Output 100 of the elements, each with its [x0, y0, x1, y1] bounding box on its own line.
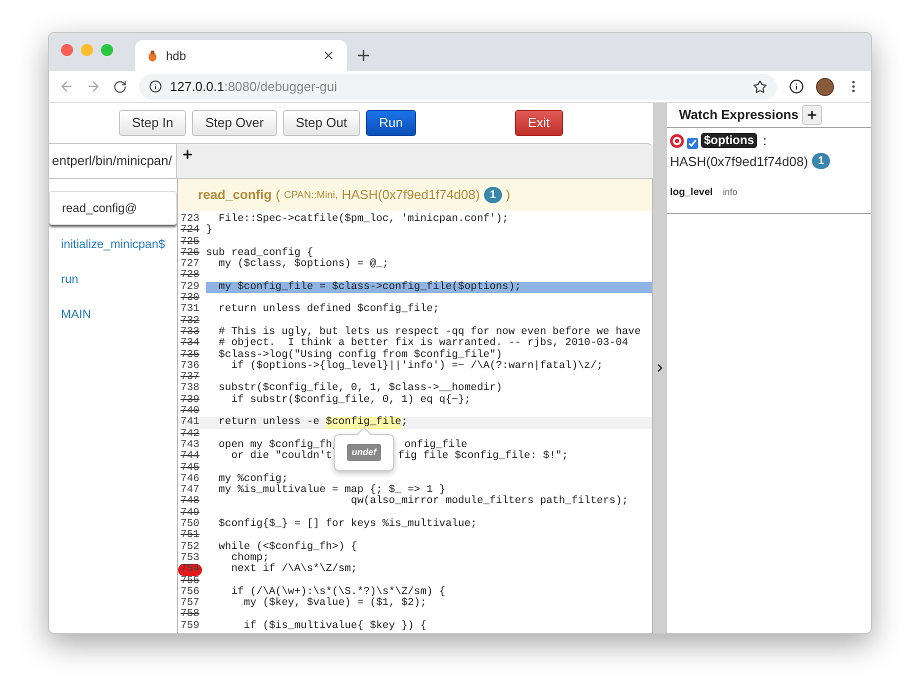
line-number[interactable]: 734 — [178, 338, 202, 350]
line-number[interactable]: 750 — [178, 519, 202, 530]
line-number[interactable]: 749 — [178, 508, 202, 520]
code-text: if ($options->{log_level}||'info') =~ /\A(?:warn|fatal)\z/; — [231, 360, 603, 372]
close-icon[interactable] — [322, 49, 335, 62]
avatar-icon[interactable] — [816, 78, 834, 96]
code-text: ; — [401, 417, 408, 429]
reload-icon[interactable] — [113, 80, 127, 94]
count-badge: 1 — [484, 187, 502, 203]
line-number[interactable]: 735 — [178, 350, 202, 361]
separator-text: : — [763, 132, 767, 150]
count-badge: 1 — [812, 153, 830, 170]
line-number[interactable]: 725 — [178, 236, 202, 248]
line-number[interactable]: 756 — [178, 586, 202, 598]
code-text: my ($key, $value) = ($1, $2); — [242, 598, 427, 610]
code-text: $config{$_} = [] for keys %is_multivalue; — [218, 519, 477, 530]
package-name: CPAN::Mini, — [284, 188, 338, 202]
toolbar-button[interactable]: Run — [366, 110, 416, 136]
code-text: onfig_file — [404, 440, 468, 451]
sub-name: read_config — [198, 186, 272, 204]
code-text: # object. I think a better fix is warranted. -- rjbs, 2010-03-04 — [218, 338, 628, 350]
code-text: my %is_multivalue = map {; $_ => 1 } — [218, 485, 446, 496]
watch-name: $options — [701, 133, 757, 148]
stack-frame[interactable]: run — [49, 262, 177, 296]
add-tab-icon[interactable] — [181, 148, 194, 161]
highlighted-variable[interactable]: $config_file — [326, 417, 402, 429]
code-text: my %config; — [218, 474, 288, 485]
code-text: # This is ugly, but lets us respect -qq for now even before we have — [218, 326, 641, 338]
toolbar-button[interactable]: Step Out — [282, 110, 360, 136]
stack-frame[interactable]: read_config@ — [49, 191, 177, 225]
code-text: substr($config_file, 0, 1, $class->__homedir) — [218, 383, 502, 394]
line-number[interactable]: 744 — [178, 451, 202, 463]
line-number[interactable]: 737 — [178, 372, 202, 384]
line-number[interactable]: 733 — [178, 326, 202, 338]
line-number[interactable]: 730 — [178, 293, 202, 304]
toolbar-button[interactable]: Step Over — [192, 110, 277, 136]
line-number[interactable]: 742 — [178, 428, 202, 440]
close-paren: ) — [506, 186, 510, 204]
code-text: fig file $config_file: $!"; — [398, 451, 568, 463]
code-text: open my $config_fh, — [218, 440, 338, 451]
line-number[interactable]: 748 — [178, 496, 202, 508]
code-text: if substr($config_file, 0, 1) eq q{~}; — [230, 394, 471, 406]
add-watch-button[interactable] — [802, 105, 822, 125]
info-icon[interactable] — [149, 80, 162, 93]
file-tab[interactable]: entperl/bin/minicpan/ — [49, 144, 177, 178]
code-text: return unless defined $config_file; — [218, 304, 440, 316]
line-number[interactable]: 751 — [178, 530, 202, 542]
line-number[interactable]: 755 — [178, 576, 202, 587]
line-number[interactable]: 740 — [178, 406, 202, 418]
field-value: info — [722, 186, 738, 199]
undef-label: undef — [346, 444, 382, 462]
line-number[interactable]: 726 — [178, 248, 202, 260]
code-text: chomp; — [230, 552, 270, 564]
line-number[interactable]: 731 — [178, 304, 202, 316]
line-number[interactable]: 736 — [178, 360, 202, 372]
toolbar-button[interactable]: Exit — [514, 110, 563, 136]
line-number[interactable]: 758 — [178, 609, 202, 621]
line-number[interactable]: 724 — [178, 225, 202, 237]
stack-frame[interactable]: initialize_minicpan$ — [49, 227, 177, 261]
code-text: $class->log("Using config from $config_file") — [218, 350, 502, 361]
code-text: qw(also_mirror module_filters path_filters); — [350, 496, 628, 508]
line-number[interactable]: 752 — [178, 542, 202, 553]
url-text: 127.0.0.1:8080/debugger-gui — [170, 78, 337, 96]
line-number[interactable]: 759 — [178, 620, 202, 632]
bookmark-star-icon[interactable] — [753, 80, 767, 94]
line-number[interactable]: 732 — [178, 316, 202, 327]
code-text: my $config_file = $class->config_file($options); — [218, 282, 522, 294]
line-number[interactable]: 723 — [178, 214, 202, 226]
code-text: next if /\A\s*\Z/sm; — [230, 564, 358, 576]
watch-checkbox[interactable] — [687, 138, 698, 150]
panel-title: Watch Expressions — [679, 106, 798, 124]
watch-value: HASH(0x7f9ed1f74d08) — [670, 152, 808, 171]
line-number[interactable]: 743 — [178, 440, 202, 452]
line-number[interactable]: 741 — [178, 417, 202, 429]
code-text: sub read_config { — [206, 248, 314, 259]
field-key: log_level — [670, 185, 713, 200]
line-number[interactable]: 739 — [178, 394, 202, 406]
line-number[interactable]: 746 — [178, 474, 202, 486]
line-number[interactable]: 727 — [178, 259, 202, 270]
code-text: File::Spec->catfile($pm_loc, 'minicpan.conf'); — [218, 214, 508, 226]
code-text: return unless -e — [218, 417, 320, 429]
remove-watch-icon[interactable] — [670, 134, 684, 148]
line-number[interactable]: 747 — [178, 485, 202, 496]
code-text: or die "couldn't — [230, 451, 332, 463]
address-bar[interactable]: 127.0.0.1:8080/debugger-gui — [139, 74, 777, 100]
new-tab-icon[interactable] — [355, 47, 372, 64]
stack-frame[interactable]: MAIN — [49, 297, 177, 331]
code-text: if ($is_multivalue{ $key }) { — [242, 620, 427, 632]
line-number[interactable]: 728 — [178, 270, 202, 282]
toolbar-button[interactable]: Step In — [119, 110, 186, 136]
line-number[interactable]: 757 — [178, 598, 202, 610]
open-paren: ( — [276, 186, 280, 204]
line-number[interactable]: 729 — [178, 282, 202, 294]
line-number[interactable]: 753 — [178, 552, 202, 564]
code-text: my ($class, $options) = @_; — [218, 259, 389, 270]
line-number[interactable]: 738 — [178, 383, 202, 395]
code-text: } — [206, 225, 212, 237]
browser-tab[interactable]: hdb — [135, 40, 347, 71]
code-text: while (<$config_fh>) { — [218, 542, 358, 553]
line-number[interactable]: 745 — [178, 462, 202, 474]
